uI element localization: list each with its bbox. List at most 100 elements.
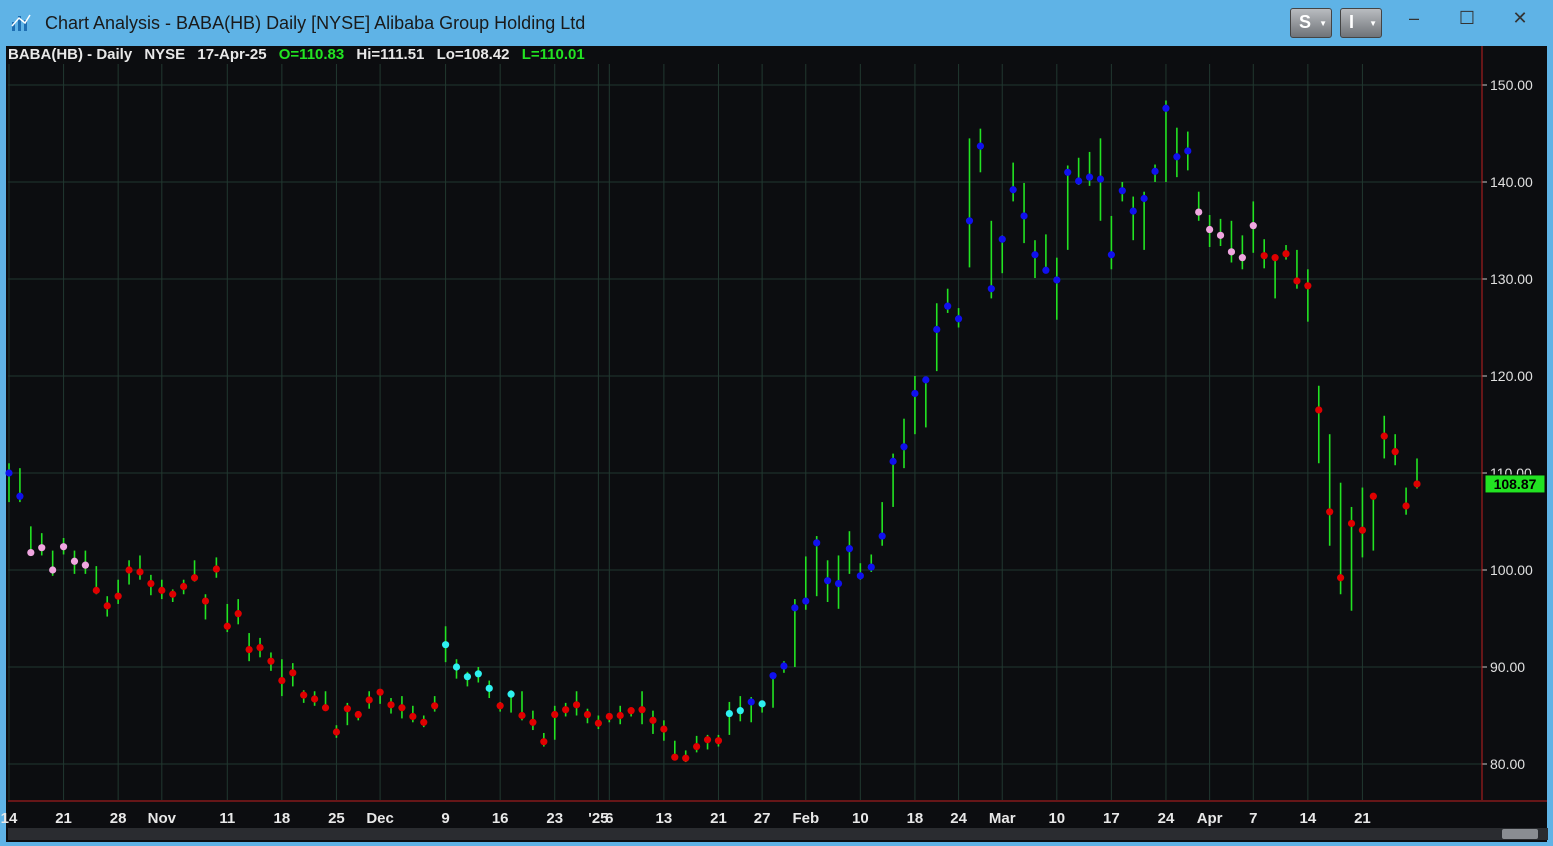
close-dot <box>780 662 788 670</box>
close-dot <box>583 710 592 719</box>
x-tick-label: 21 <box>1354 810 1371 827</box>
x-tick-label: Apr <box>1197 810 1223 827</box>
close-dot <box>1227 248 1236 256</box>
close-dot <box>1053 276 1061 284</box>
x-tick-label: 23 <box>546 810 563 827</box>
close-dot <box>1151 167 1159 175</box>
close-dot <box>813 539 821 547</box>
close-dot <box>944 302 952 310</box>
close-dot <box>38 544 46 552</box>
close-dot <box>671 753 679 761</box>
x-tick-label: Dec <box>366 810 394 827</box>
close-dot <box>125 566 133 574</box>
close-dot <box>485 684 493 692</box>
y-tick-label: 80.00 <box>1490 756 1525 772</box>
close-dot <box>529 718 537 726</box>
close-dot <box>1358 526 1367 534</box>
close-dot <box>92 586 100 594</box>
close-dot <box>256 644 264 652</box>
close-dot <box>49 566 57 574</box>
close-dot <box>562 706 570 714</box>
close-dot <box>1249 222 1257 230</box>
y-tick-label: 120.00 <box>1490 368 1533 384</box>
close-dot <box>1195 208 1203 216</box>
x-tick-label: 25 <box>328 810 345 827</box>
close-dot <box>616 711 624 720</box>
close-dot <box>605 712 613 721</box>
close-dot <box>343 705 351 713</box>
close-dot <box>1315 406 1323 414</box>
close-dot <box>1009 186 1017 194</box>
close-dot <box>1391 448 1399 456</box>
close-dot <box>1380 432 1388 440</box>
close-dot <box>398 704 406 712</box>
close-dot <box>223 622 231 630</box>
close-dot <box>747 698 755 706</box>
close-dot <box>922 376 930 384</box>
close-dot <box>311 695 319 703</box>
close-dot <box>234 610 242 618</box>
close-dot <box>463 673 472 681</box>
close-dot <box>769 672 777 680</box>
last-price-label: 108.87 <box>1494 476 1537 492</box>
high-value: Hi=111.51 <box>356 46 425 63</box>
scrollbar-thumb[interactable] <box>1502 829 1538 839</box>
x-tick-label: 14 <box>1 810 18 827</box>
close-dot <box>190 574 199 582</box>
close-dot <box>16 492 24 500</box>
close-dot <box>212 565 220 573</box>
close-dot <box>1173 153 1181 161</box>
close-dot <box>136 568 144 576</box>
x-tick-label: 27 <box>754 810 771 827</box>
x-tick-label: 24 <box>1158 810 1175 827</box>
close-dot <box>627 707 635 715</box>
close-dot <box>1118 187 1126 195</box>
close-dot <box>649 716 657 724</box>
x-tick-label: Feb <box>792 810 819 827</box>
x-tick-label: 18 <box>274 810 291 827</box>
close-dot <box>725 709 733 718</box>
close-dot <box>59 543 68 551</box>
x-tick-label: 17 <box>1103 810 1120 827</box>
close-dot <box>278 676 286 685</box>
close-dot <box>158 586 166 594</box>
close-dot <box>1216 231 1225 239</box>
x-tick-label: Nov <box>148 810 177 827</box>
close-dot <box>201 597 210 605</box>
close-dot <box>638 706 646 714</box>
x-tick-label: Mar <box>989 810 1016 827</box>
close-dot <box>114 592 122 600</box>
close-dot <box>1260 252 1268 260</box>
close-dot <box>594 719 602 727</box>
close-dot <box>27 548 35 557</box>
close-dot <box>802 597 810 605</box>
close-dot <box>420 718 428 726</box>
close-dot <box>976 142 985 150</box>
close-dot <box>1206 225 1214 234</box>
close-dot <box>1020 212 1028 220</box>
close-dot <box>1162 104 1170 112</box>
close-dot <box>1107 251 1115 259</box>
y-tick-label: 100.00 <box>1490 562 1533 578</box>
close-dot <box>998 235 1006 243</box>
close-dot <box>933 325 941 334</box>
y-tick-label: 90.00 <box>1490 659 1525 675</box>
close-dot <box>1282 250 1290 258</box>
date-label: 17-Apr-25 <box>197 46 267 63</box>
close-dot <box>147 579 155 588</box>
close-dot <box>332 728 341 736</box>
close-dot <box>693 742 701 751</box>
horizontal-scrollbar[interactable] <box>8 828 1548 840</box>
x-tick-label: 21 <box>55 810 72 827</box>
close-dot <box>845 545 854 553</box>
close-dot <box>660 725 668 733</box>
close-dot <box>1096 175 1105 183</box>
close-dot <box>1326 508 1334 516</box>
symbol-label: BABA(HB) - Daily <box>8 46 133 63</box>
close-dot <box>856 572 864 580</box>
x-tick-label: 9 <box>441 810 449 827</box>
price-chart[interactable]: 80.0090.00100.00110.00120.00130.00140.00… <box>0 0 1553 846</box>
low-value: Lo=108.42 <box>436 46 510 63</box>
close-dot <box>267 657 275 665</box>
close-dot <box>496 702 504 710</box>
